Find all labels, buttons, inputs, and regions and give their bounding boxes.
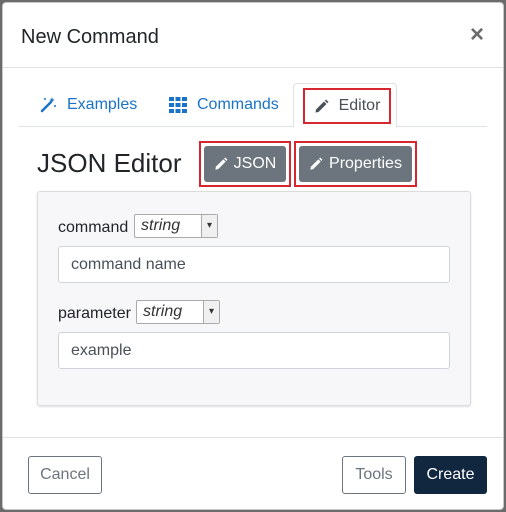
tools-button[interactable]: Tools (342, 456, 406, 494)
editor-title: JSON Editor (37, 148, 182, 178)
tab-examples[interactable]: Examples (39, 83, 137, 127)
parameter-input[interactable]: example (58, 332, 450, 369)
pencil-icon (309, 157, 323, 171)
chevron-down-icon: ▾ (201, 215, 217, 237)
json-button-label: JSON (233, 155, 277, 172)
dialog-header: New Command × (3, 3, 503, 68)
parameter-type-value: string (143, 303, 183, 320)
json-button[interactable]: JSON (204, 146, 286, 182)
dialog-title: New Command (21, 26, 159, 48)
tab-editor[interactable]: Editor (293, 83, 397, 128)
dialog-footer: Cancel Tools Create (3, 437, 503, 509)
parameter-field-label: parameter (58, 305, 131, 322)
tab-bar: Examples Commands Editor (19, 83, 487, 128)
command-field-label: command (58, 219, 129, 236)
pencil-icon (314, 99, 329, 114)
command-type-select[interactable]: string ▾ (134, 214, 218, 238)
pencil-icon (214, 157, 228, 171)
command-input[interactable]: command name (58, 246, 450, 283)
close-button[interactable]: × (467, 23, 487, 47)
create-button[interactable]: Create (414, 456, 487, 494)
tab-commands[interactable]: Commands (169, 83, 279, 127)
tab-editor-label: Editor (338, 97, 381, 114)
cancel-button[interactable]: Cancel (28, 456, 102, 494)
tab-commands-label: Commands (197, 96, 279, 113)
command-type-value: string (141, 217, 181, 234)
properties-button-label: Properties (329, 155, 402, 172)
properties-panel: command string ▾ command name parameter … (37, 191, 471, 406)
tab-editor-highlight: Editor (303, 88, 391, 124)
tab-examples-label: Examples (67, 96, 138, 113)
magic-wand-icon (39, 96, 57, 114)
parameter-type-select[interactable]: string ▾ (136, 300, 220, 324)
properties-button[interactable]: Properties (299, 146, 412, 182)
grid-icon (169, 97, 187, 113)
chevron-down-icon: ▾ (203, 301, 219, 323)
new-command-dialog: New Command × Examples Commands Editor J… (2, 2, 504, 510)
